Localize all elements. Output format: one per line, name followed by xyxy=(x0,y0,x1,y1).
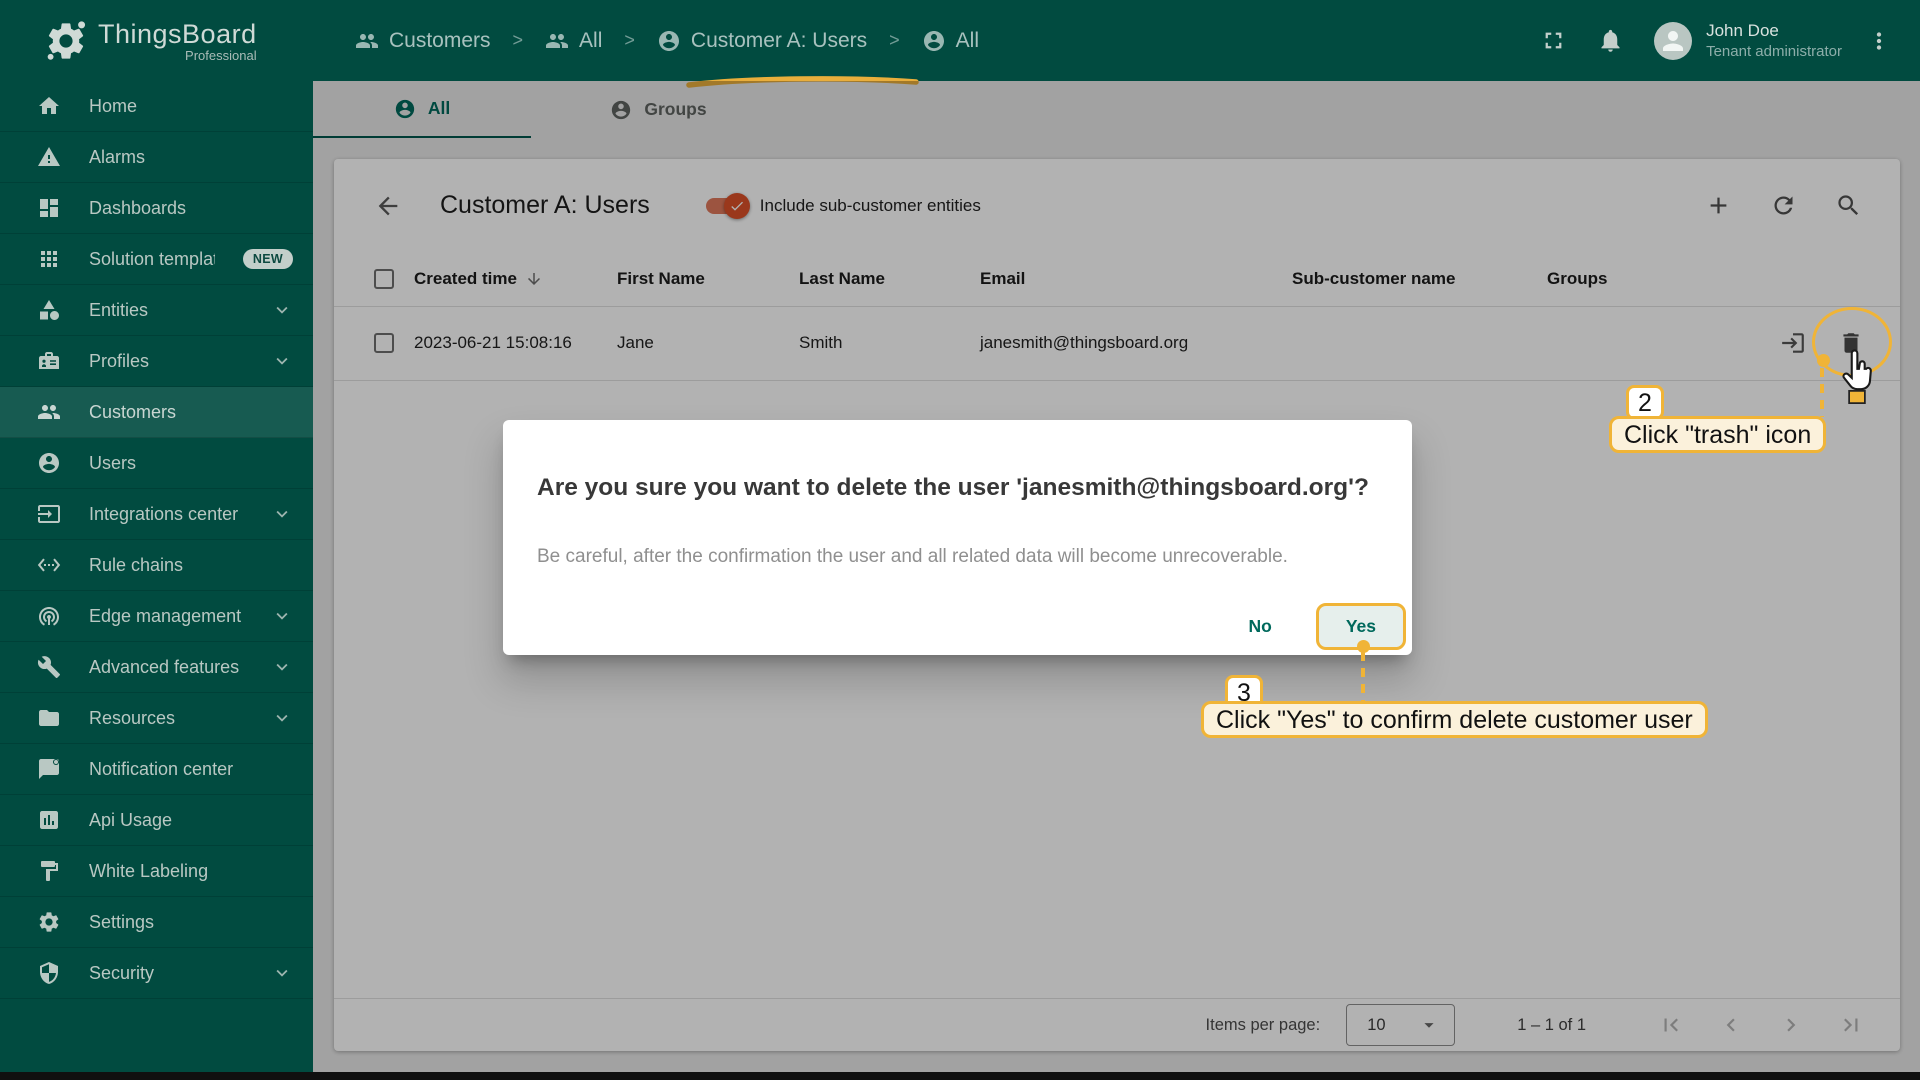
sidebar-item-users[interactable]: Users xyxy=(0,438,313,489)
integrations-icon xyxy=(38,505,60,523)
avatar-person-icon xyxy=(1663,30,1684,51)
entities-icon xyxy=(40,300,59,320)
logo-title: ThingsBoard xyxy=(98,18,257,49)
account-icon xyxy=(923,30,944,51)
chevron-down-icon xyxy=(276,714,288,722)
more-vert-icon xyxy=(1876,31,1882,50)
sidebar-item-entities[interactable]: Entities xyxy=(0,285,313,336)
sidebar-item-resources[interactable]: Resources xyxy=(0,693,313,744)
user-name: John Doe xyxy=(1706,21,1779,40)
breadcrumb-separator: > xyxy=(512,30,524,50)
sidebar-item-alarms[interactable]: Alarms xyxy=(0,132,313,183)
window-edge xyxy=(0,1072,1920,1080)
chevron-down-icon xyxy=(276,510,288,518)
chevron-down-icon xyxy=(276,306,288,314)
people-icon xyxy=(356,33,378,48)
no-button[interactable]: No xyxy=(1226,606,1293,647)
alarm-warning-icon xyxy=(38,147,60,166)
cursor-hand-icon xyxy=(1842,349,1872,404)
fullscreen-icon xyxy=(1545,32,1562,49)
thingsboard-logo: ThingsBoard Professional xyxy=(0,19,313,63)
breadcrumb-separator: > xyxy=(624,30,635,50)
shield-icon xyxy=(40,962,58,984)
sidebar-item-solution-templates[interactable]: Solution templates NEW xyxy=(0,234,313,285)
folder-icon xyxy=(39,710,59,726)
annotation-dashed-line xyxy=(1820,368,1824,417)
annotation-step-number: 2 xyxy=(1626,385,1664,420)
thingsboard-app: ThingsBoard Professional Customers > All… xyxy=(0,0,1920,1080)
people-icon xyxy=(38,405,60,419)
user-menu[interactable]: John Doe Tenant administrator xyxy=(1706,21,1842,60)
account-icon xyxy=(39,453,59,473)
annotation-dashed-line xyxy=(1361,652,1365,702)
home-icon xyxy=(39,97,59,114)
logo-gear-icon xyxy=(47,20,86,60)
breadcrumb: Customers > All > Customer A: Users > Al… xyxy=(355,29,979,88)
sidebar-item-api-usage[interactable]: Api Usage xyxy=(0,795,313,846)
bell-icon xyxy=(1601,29,1620,52)
sidebar-item-white-labeling[interactable]: White Labeling xyxy=(0,846,313,897)
confirm-delete-dialog: Are you sure you want to delete the user… xyxy=(503,420,1412,655)
notifications-button[interactable] xyxy=(1589,19,1632,62)
breadcrumb-label: Customer A: Users xyxy=(690,28,868,52)
sidebar: Home Alarms Dashboards Solution template… xyxy=(0,81,313,1080)
chevron-down-icon xyxy=(276,612,288,620)
breadcrumb-customer-a-users[interactable]: Customer A: Users xyxy=(657,29,867,53)
dialog-actions: No Yes xyxy=(1226,603,1406,650)
sidebar-item-edge-management[interactable]: Edge management xyxy=(0,591,313,642)
annotation-step2-label: Click "trash" icon xyxy=(1609,416,1827,453)
tools-icon xyxy=(37,656,60,678)
more-menu-button[interactable] xyxy=(1858,20,1900,62)
avatar[interactable] xyxy=(1654,21,1693,60)
breadcrumb-all-2[interactable]: All xyxy=(922,29,979,53)
logo-edition: Professional xyxy=(185,47,257,63)
breadcrumb-label: Customers xyxy=(389,28,491,52)
dialog-title: Are you sure you want to delete the user… xyxy=(537,474,1369,501)
annotation-step3-label: Click "Yes" to confirm delete customer u… xyxy=(1201,701,1708,738)
dashboard-icon xyxy=(40,199,58,217)
chevron-down-icon xyxy=(276,969,288,977)
notification-icon xyxy=(39,759,59,779)
sidebar-item-advanced-features[interactable]: Advanced features xyxy=(0,642,313,693)
sidebar-item-dashboards[interactable]: Dashboards xyxy=(0,183,313,234)
breadcrumb-customers[interactable]: Customers xyxy=(355,29,491,53)
apps-grid-icon xyxy=(41,251,57,267)
dialog-body: Be careful, after the confirmation the u… xyxy=(537,546,1288,567)
breadcrumb-separator: > xyxy=(889,30,900,50)
annotation-dot xyxy=(1817,354,1830,367)
chevron-down-icon xyxy=(276,357,288,365)
profiles-badge-icon xyxy=(39,352,59,369)
sidebar-item-customers[interactable]: Customers xyxy=(0,387,313,438)
gear-icon xyxy=(39,912,59,932)
topbar-actions: John Doe Tenant administrator xyxy=(1532,19,1920,62)
paint-format-icon xyxy=(41,861,58,881)
breadcrumb-label: All xyxy=(955,28,979,52)
chevron-down-icon xyxy=(276,663,288,671)
sidebar-item-profiles[interactable]: Profiles xyxy=(0,336,313,387)
people-icon xyxy=(546,33,569,48)
sidebar-item-rule-chains[interactable]: Rule chains xyxy=(0,540,313,591)
sidebar-item-integrations-center[interactable]: Integrations center xyxy=(0,489,313,540)
breadcrumb-label: All xyxy=(579,28,603,52)
user-role: Tenant administrator xyxy=(1706,43,1842,60)
sidebar-item-settings[interactable]: Settings xyxy=(0,897,313,948)
sidebar-item-notification-center[interactable]: Notification center xyxy=(0,744,313,795)
sidebar-item-security[interactable]: Security xyxy=(0,948,313,999)
fullscreen-button[interactable] xyxy=(1532,19,1575,62)
edge-antenna-icon xyxy=(39,607,59,626)
rule-chains-icon xyxy=(37,558,61,572)
breadcrumb-all-1[interactable]: All xyxy=(545,29,602,53)
chart-icon xyxy=(40,811,58,829)
top-header: ThingsBoard Professional Customers > All… xyxy=(0,0,1920,88)
sidebar-item-home[interactable]: Home xyxy=(0,81,313,132)
new-badge: NEW xyxy=(242,249,293,269)
account-icon xyxy=(658,30,679,51)
